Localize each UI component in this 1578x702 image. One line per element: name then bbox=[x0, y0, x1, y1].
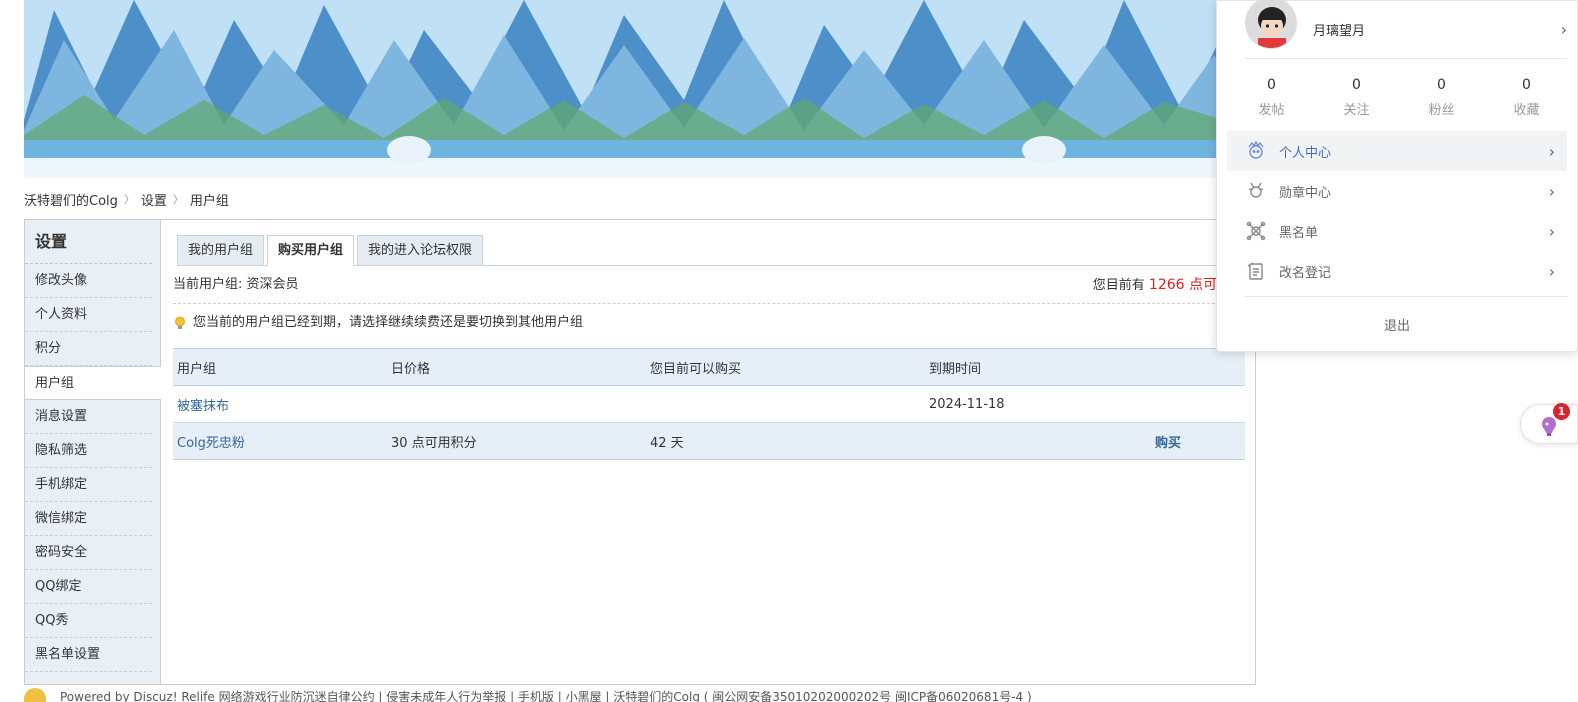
stat-value: 0 bbox=[1437, 77, 1446, 93]
chevron-right-icon: › bbox=[1548, 261, 1555, 281]
menu-item-label: 个人中心 bbox=[1279, 145, 1332, 161]
notice-text: 您当前的用户组已经到期，请选择继续续费还是要切换到其他用户组 bbox=[193, 315, 584, 330]
stat-followers[interactable]: 0 粉丝 bbox=[1399, 77, 1484, 118]
chevron-right-icon: › bbox=[1548, 141, 1555, 161]
stat-label: 收藏 bbox=[1513, 103, 1540, 118]
user-stats: 0 发帖 0 关注 0 粉丝 0 收藏 bbox=[1229, 77, 1569, 118]
column-header-group: 用户组 bbox=[173, 348, 387, 386]
menu-item-personal-center[interactable]: 个人中心 › bbox=[1227, 131, 1567, 171]
user-dropdown-menu: 月璃望月 › 0 发帖 0 关注 0 粉丝 0 收藏 个人中心 › 勋章中心 ›… bbox=[1216, 0, 1578, 352]
blacklist-icon bbox=[1245, 220, 1267, 242]
table-row: Colg死忠粉 30 点可用积分 42 天 购买 bbox=[173, 422, 1245, 460]
column-header-action bbox=[1151, 348, 1245, 386]
column-header-price: 日价格 bbox=[387, 348, 646, 386]
sidebar-item-phone[interactable]: 手机绑定 bbox=[25, 468, 152, 502]
settings-sidebar: 设置 修改头像 个人资料 积分 用户组 消息设置 隐私筛选 手机绑定 微信绑定 … bbox=[25, 220, 161, 684]
breadcrumb-separator: 〉 bbox=[172, 193, 184, 206]
column-header-can-buy: 您目前可以购买 bbox=[646, 348, 925, 386]
footer-logo-icon bbox=[24, 688, 46, 702]
tab-forum-permissions[interactable]: 我的进入论坛权限 bbox=[357, 235, 484, 266]
page-footer: Powered by Discuz! Relife 网络游戏行业防沉迷自律公约 … bbox=[24, 688, 1256, 702]
stat-favorites[interactable]: 0 收藏 bbox=[1484, 77, 1569, 118]
points-prefix: 您目前有 bbox=[1092, 278, 1149, 293]
breadcrumb-separator: 〉 bbox=[123, 193, 135, 206]
expire-cell: 2024-11-18 bbox=[925, 385, 1151, 423]
menu-item-label: 黑名单 bbox=[1279, 225, 1319, 241]
notification-count-badge: 1 bbox=[1553, 403, 1570, 420]
logout-button[interactable]: 退出 bbox=[1217, 315, 1577, 334]
menu-item-label: 勋章中心 bbox=[1279, 185, 1332, 201]
stat-posts[interactable]: 0 发帖 bbox=[1229, 77, 1314, 118]
tab-my-usergroup[interactable]: 我的用户组 bbox=[177, 235, 265, 266]
site-banner bbox=[24, 0, 1256, 178]
sidebar-item-usergroup[interactable]: 用户组 bbox=[25, 366, 161, 400]
stat-value: 0 bbox=[1352, 77, 1361, 93]
settings-panel: 设置 修改头像 个人资料 积分 用户组 消息设置 隐私筛选 手机绑定 微信绑定 … bbox=[24, 219, 1256, 685]
price-cell: 30 点可用积分 bbox=[387, 422, 646, 460]
menu-divider bbox=[1245, 296, 1567, 297]
username: 月璃望月 bbox=[1313, 24, 1366, 39]
price-cell bbox=[387, 385, 646, 423]
avatar bbox=[1245, 0, 1297, 49]
stat-following[interactable]: 0 关注 bbox=[1314, 77, 1399, 118]
stat-value: 0 bbox=[1522, 77, 1531, 93]
menu-item-medal-center[interactable]: 勋章中心 › bbox=[1227, 171, 1567, 211]
sidebar-title: 设置 bbox=[25, 220, 152, 264]
stat-label: 关注 bbox=[1343, 103, 1370, 118]
column-header-expire: 到期时间 bbox=[925, 348, 1151, 386]
sidebar-item-qq-bind[interactable]: QQ绑定 bbox=[25, 570, 152, 604]
sidebar-item-password[interactable]: 密码安全 bbox=[25, 536, 152, 570]
lightbulb-icon bbox=[173, 316, 187, 330]
chevron-right-icon: › bbox=[1560, 20, 1567, 39]
sidebar-item-privacy[interactable]: 隐私筛选 bbox=[25, 434, 152, 468]
current-group-label: 当前用户组: 资深会员 bbox=[173, 277, 299, 292]
stat-label: 发帖 bbox=[1258, 103, 1285, 118]
stat-label: 粉丝 bbox=[1428, 103, 1455, 118]
sidebar-item-credits[interactable]: 积分 bbox=[25, 332, 152, 366]
sidebar-item-wechat[interactable]: 微信绑定 bbox=[25, 502, 152, 536]
table-row: 被塞抹布 2024-11-18 bbox=[173, 385, 1245, 423]
footer-text: Powered by Discuz! Relife 网络游戏行业防沉迷自律公约 … bbox=[60, 690, 1032, 702]
sidebar-item-profile[interactable]: 个人资料 bbox=[25, 298, 152, 332]
rename-icon bbox=[1245, 260, 1267, 282]
mountain-landscape-image bbox=[24, 0, 1256, 178]
breadcrumb: 沃特碧们的Colg 〉 设置 〉 用户组 bbox=[24, 190, 229, 209]
chevron-right-icon: › bbox=[1548, 221, 1555, 241]
breadcrumb-current: 用户组 bbox=[189, 193, 229, 209]
sidebar-item-notifications[interactable]: 消息设置 bbox=[25, 400, 152, 434]
expire-cell bbox=[925, 422, 1151, 460]
notification-button[interactable]: 1 bbox=[1520, 403, 1578, 444]
breadcrumb-settings-link[interactable]: 设置 bbox=[141, 190, 167, 209]
can-buy-cell: 42 天 bbox=[646, 422, 925, 460]
user-profile-link[interactable]: 月璃望月 › bbox=[1245, 0, 1567, 59]
menu-item-rename[interactable]: 改名登记 › bbox=[1227, 251, 1567, 291]
buy-button[interactable]: 购买 bbox=[1155, 436, 1181, 451]
notification-icon bbox=[1539, 415, 1559, 441]
stat-value: 0 bbox=[1267, 77, 1276, 93]
table-header-row: 用户组 日价格 您目前可以购买 到期时间 bbox=[173, 348, 1245, 386]
group-name-link[interactable]: Colg死忠粉 bbox=[177, 436, 245, 451]
current-group-row: 当前用户组: 资深会员 您目前有 1266 点可用积 bbox=[173, 270, 1245, 304]
usergroup-table: 用户组 日价格 您目前可以购买 到期时间 被塞抹布 2024-11-18 Col… bbox=[173, 348, 1245, 460]
group-name-link[interactable]: 被塞抹布 bbox=[177, 399, 229, 414]
action-cell bbox=[1151, 385, 1245, 423]
menu-item-blacklist[interactable]: 黑名单 › bbox=[1227, 211, 1567, 251]
user-menu-list: 个人中心 › 勋章中心 › 黑名单 › 改名登记 › bbox=[1227, 131, 1567, 291]
medal-icon bbox=[1245, 180, 1267, 202]
tab-buy-usergroup[interactable]: 购买用户组 bbox=[267, 235, 355, 266]
breadcrumb-site-link[interactable]: 沃特碧们的Colg bbox=[24, 190, 118, 209]
personal-center-icon bbox=[1245, 140, 1267, 162]
chevron-right-icon: › bbox=[1548, 181, 1555, 201]
sidebar-item-blacklist[interactable]: 黑名单设置 bbox=[25, 638, 152, 672]
tab-bar: 我的用户组 购买用户组 我的进入论坛权限 bbox=[177, 235, 1245, 266]
can-buy-cell bbox=[646, 385, 925, 423]
sidebar-item-qq-show[interactable]: QQ秀 bbox=[25, 604, 152, 638]
sidebar-item-avatar[interactable]: 修改头像 bbox=[25, 264, 152, 298]
menu-item-label: 改名登记 bbox=[1279, 265, 1332, 281]
expired-notice: 您当前的用户组已经到期，请选择继续续费还是要切换到其他用户组 bbox=[173, 312, 583, 334]
